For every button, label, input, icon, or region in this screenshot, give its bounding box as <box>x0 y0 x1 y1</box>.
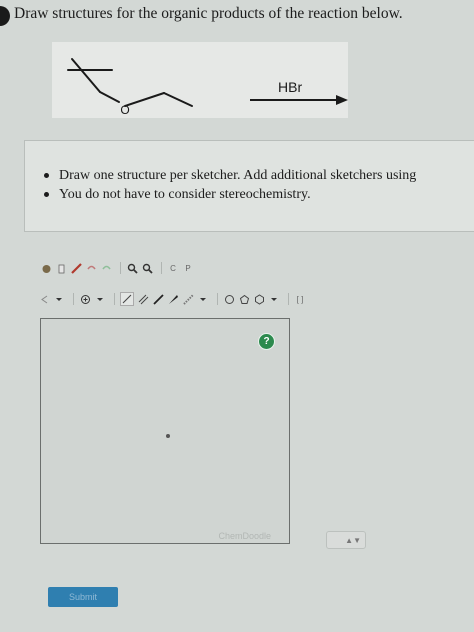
hand-icon[interactable] <box>40 262 52 274</box>
oxygen-atom-label: O <box>120 103 129 117</box>
zoom-in-icon[interactable] <box>126 262 138 274</box>
triple-bond-icon[interactable] <box>152 293 164 305</box>
redo-icon[interactable] <box>100 262 112 274</box>
help-button[interactable]: ? <box>258 333 275 350</box>
ring-icon[interactable] <box>223 293 235 305</box>
sketcher-toolbar-primary: C P <box>40 262 197 274</box>
instructions-box: Draw one structure per sketcher. Add add… <box>24 140 474 232</box>
hash-bond-icon[interactable] <box>182 293 194 305</box>
instruction-item: Draw one structure per sketcher. Add add… <box>43 168 417 183</box>
chevron-down-icon[interactable] <box>268 293 280 305</box>
undo-icon[interactable] <box>85 262 97 274</box>
sketcher-canvas[interactable]: ? ChemDoodle <box>40 318 290 544</box>
reaction-scheme: O <box>52 42 348 118</box>
chemdoodle-watermark: ChemDoodle <box>218 531 271 541</box>
toolbar-divider <box>120 262 121 274</box>
charge-icon[interactable] <box>79 293 91 305</box>
toolbar-divider <box>217 293 218 305</box>
ring-icon[interactable] <box>253 293 265 305</box>
sketcher-toolbar-secondary: [ ] <box>38 292 309 306</box>
ring-icon[interactable] <box>238 293 250 305</box>
reagent-label: HBr <box>278 79 303 95</box>
sketcher-count-select[interactable]: ▲▼ <box>326 531 366 549</box>
submit-button[interactable]: Submit <box>48 587 118 607</box>
chevron-down-icon[interactable] <box>197 293 209 305</box>
single-bond-icon[interactable] <box>120 292 134 306</box>
toolbar-divider <box>161 262 162 274</box>
zoom-out-icon[interactable] <box>141 262 153 274</box>
toolbar-divider <box>73 293 74 305</box>
toolbar-divider <box>288 293 289 305</box>
paste-icon[interactable]: P <box>182 262 194 274</box>
question-number-badge <box>0 6 10 26</box>
reaction-arrow <box>250 95 348 105</box>
pencil-icon[interactable] <box>70 262 82 274</box>
instruction-item: You do not have to consider stereochemis… <box>43 185 416 204</box>
reactant-structure: O <box>67 58 348 117</box>
lasso-icon[interactable] <box>38 293 50 305</box>
wedge-bond-icon[interactable] <box>167 293 179 305</box>
question-prompt: Draw structures for the organic products… <box>14 5 403 22</box>
cursor-dot <box>166 434 170 438</box>
chevron-down-icon[interactable] <box>94 293 106 305</box>
toolbar-divider <box>114 293 115 305</box>
chevron-down-icon[interactable] <box>53 293 65 305</box>
bracket-icon[interactable]: [ ] <box>294 293 306 305</box>
copy-icon[interactable]: C <box>167 262 179 274</box>
double-bond-icon[interactable] <box>137 293 149 305</box>
eraser-icon[interactable] <box>55 262 67 274</box>
